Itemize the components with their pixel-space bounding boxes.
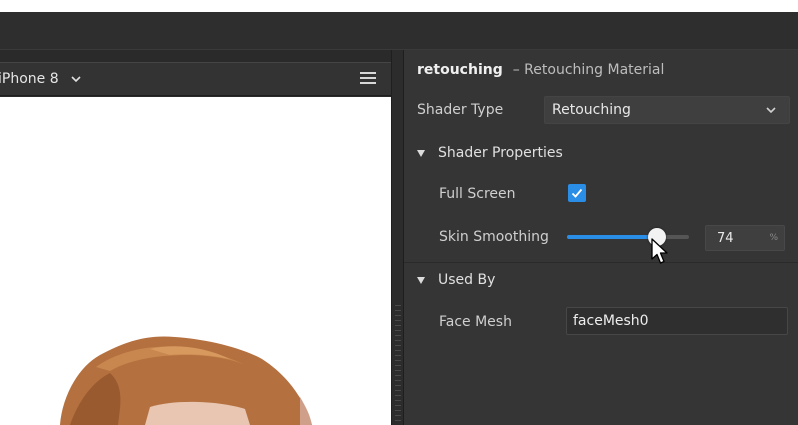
preview-canvas[interactable] — [0, 97, 391, 425]
material-type: – Retouching Material — [512, 62, 665, 78]
slider-fill — [567, 235, 658, 239]
shader-type-value: Retouching — [552, 102, 631, 118]
slider-thumb[interactable] — [648, 228, 667, 246]
chevron-down-icon — [766, 107, 776, 114]
device-name: iPhone 8 — [0, 71, 59, 87]
material-name: retouching — [417, 62, 503, 78]
skin-smoothing-input[interactable]: 74 % — [705, 225, 785, 251]
face-mesh-field[interactable]: faceMesh0 — [566, 307, 788, 335]
top-edge — [0, 0, 798, 12]
chevron-down-icon — [71, 76, 81, 83]
splitter-grip — [395, 305, 401, 425]
used-by-section[interactable]: Used By — [417, 272, 495, 288]
shader-type-dropdown[interactable]: Retouching — [544, 96, 790, 124]
percent-unit: % — [769, 233, 778, 243]
used-by-title: Used By — [438, 272, 496, 288]
skin-smoothing-label: Skin Smoothing — [439, 229, 549, 245]
section-divider — [404, 262, 798, 263]
face-mesh-value: faceMesh0 — [573, 313, 649, 329]
full-screen-checkbox[interactable] — [568, 184, 586, 202]
shader-properties-title: Shader Properties — [438, 145, 563, 161]
skin-smoothing-value: 74 — [717, 231, 734, 246]
shader-properties-section[interactable]: Shader Properties — [417, 145, 563, 161]
device-selector[interactable]: iPhone 8 — [0, 63, 83, 95]
shader-type-label: Shader Type — [417, 102, 504, 118]
triangle-down-icon — [417, 276, 425, 284]
full-screen-label: Full Screen — [439, 186, 516, 202]
inspector-header: retouching – Retouching Material — [417, 62, 664, 78]
triangle-down-icon — [417, 149, 425, 157]
checkmark-icon — [571, 188, 583, 198]
title-bar — [0, 12, 798, 50]
viewport-toolbar: iPhone 8 — [0, 62, 391, 96]
inspector-panel: retouching – Retouching Material Shader T… — [403, 50, 798, 425]
preview-image — [60, 336, 312, 425]
skin-smoothing-slider[interactable] — [567, 228, 689, 246]
hamburger-menu-icon[interactable] — [360, 72, 376, 86]
face-mesh-label: Face Mesh — [439, 314, 512, 330]
panel-splitter[interactable] — [391, 50, 403, 425]
